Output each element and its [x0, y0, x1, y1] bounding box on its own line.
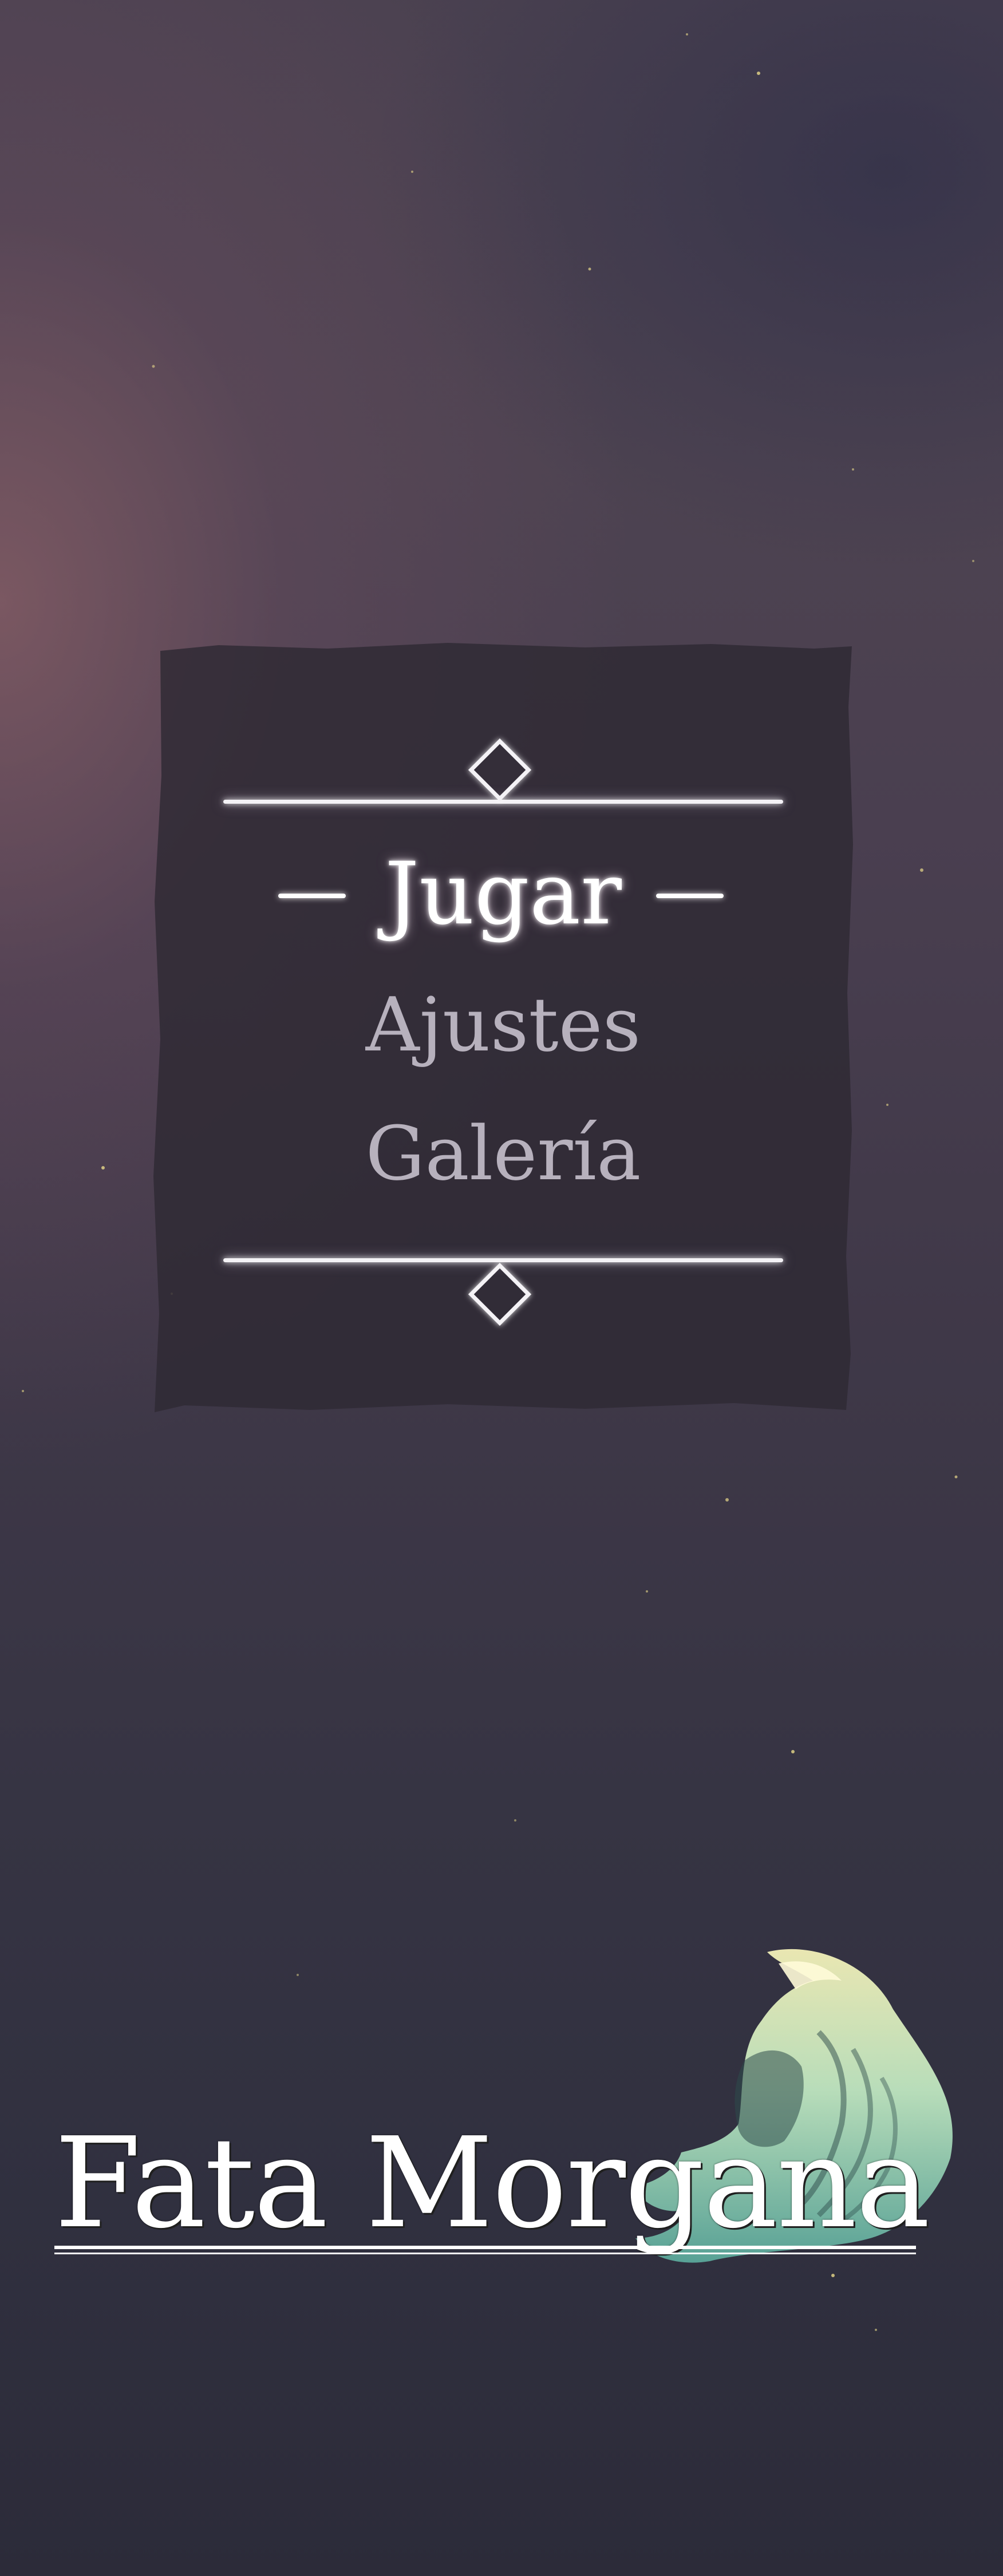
- bottom-divider: [223, 1257, 783, 1263]
- top-divider: [223, 798, 783, 805]
- selection-dash-right: [656, 894, 724, 898]
- logo-underline-thin: [54, 2253, 916, 2254]
- game-logo: Fata Morgana: [0, 1918, 1003, 2318]
- logo-underline: [54, 2246, 916, 2249]
- menu-item-ajustes[interactable]: Ajustes: [223, 973, 783, 1076]
- menu-item-galeria[interactable]: Galería: [223, 1102, 783, 1205]
- logo-title: Fata Morgana: [54, 2111, 930, 2256]
